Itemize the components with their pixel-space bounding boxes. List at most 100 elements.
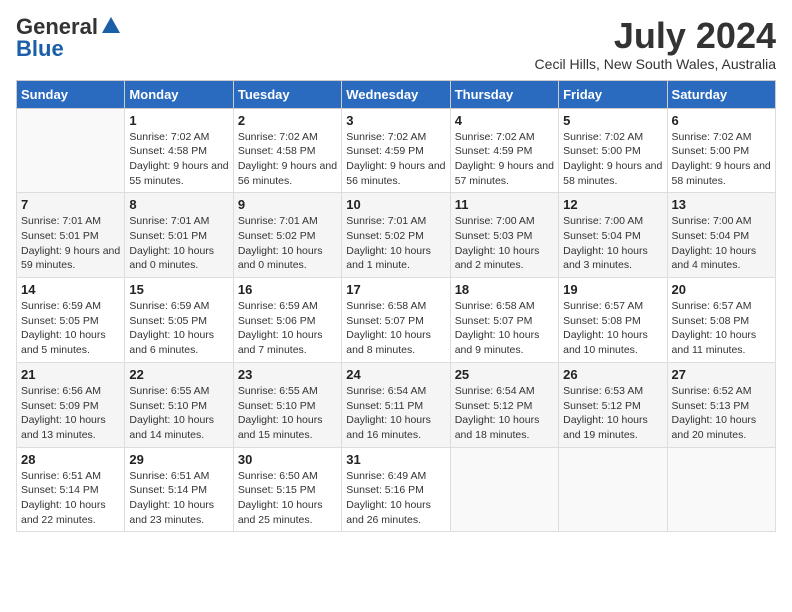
day-number: 1 [129, 113, 228, 128]
day-number: 22 [129, 367, 228, 382]
calendar-cell: 30 Sunrise: 6:50 AMSunset: 5:15 PMDayligh… [233, 447, 341, 532]
calendar-cell [17, 108, 125, 193]
day-info: Sunrise: 6:58 AMSunset: 5:07 PMDaylight:… [346, 299, 445, 358]
day-info: Sunrise: 7:02 AMSunset: 5:00 PMDaylight:… [672, 130, 771, 189]
day-info: Sunrise: 7:02 AMSunset: 4:58 PMDaylight:… [238, 130, 337, 189]
calendar-cell: 24 Sunrise: 6:54 AMSunset: 5:11 PMDayligh… [342, 362, 450, 447]
calendar-cell: 14 Sunrise: 6:59 AMSunset: 5:05 PMDayligh… [17, 278, 125, 363]
day-info: Sunrise: 7:01 AMSunset: 5:01 PMDaylight:… [129, 214, 228, 273]
weekday-header: Wednesday [342, 80, 450, 108]
day-number: 31 [346, 452, 445, 467]
day-number: 24 [346, 367, 445, 382]
day-number: 17 [346, 282, 445, 297]
day-number: 23 [238, 367, 337, 382]
day-number: 27 [672, 367, 771, 382]
day-info: Sunrise: 6:57 AMSunset: 5:08 PMDaylight:… [563, 299, 662, 358]
calendar-week-row: 28Sunrise: 6:51 AMSunset: 5:14 PMDayligh… [17, 447, 776, 532]
calendar-cell: 19 Sunrise: 6:57 AMSunset: 5:08 PMDayligh… [559, 278, 667, 363]
calendar-cell: 18 Sunrise: 6:58 AMSunset: 5:07 PMDayligh… [450, 278, 558, 363]
calendar-cell: 2 Sunrise: 7:02 AMSunset: 4:58 PMDaylight… [233, 108, 341, 193]
day-number: 11 [455, 197, 554, 212]
calendar-cell: 22Sunrise: 6:55 AMSunset: 5:10 PMDayligh… [125, 362, 233, 447]
calendar-cell: 1Sunrise: 7:02 AMSunset: 4:58 PMDaylight… [125, 108, 233, 193]
day-info: Sunrise: 6:59 AMSunset: 5:05 PMDaylight:… [21, 299, 120, 358]
calendar-cell: 25 Sunrise: 6:54 AMSunset: 5:12 PMDayligh… [450, 362, 558, 447]
day-number: 19 [563, 282, 662, 297]
day-number: 6 [672, 113, 771, 128]
month-title: July 2024 [535, 16, 776, 56]
calendar-cell: 15 Sunrise: 6:59 AMSunset: 5:05 PMDayligh… [125, 278, 233, 363]
calendar-week-row: 7 Sunrise: 7:01 AMSunset: 5:01 PMDaylight… [17, 193, 776, 278]
logo: General Blue [16, 16, 122, 60]
calendar-cell: 11 Sunrise: 7:00 AMSunset: 5:03 PMDayligh… [450, 193, 558, 278]
calendar-cell: 31 Sunrise: 6:49 AMSunset: 5:16 PMDayligh… [342, 447, 450, 532]
day-number: 26 [563, 367, 662, 382]
day-number: 20 [672, 282, 771, 297]
day-number: 2 [238, 113, 337, 128]
calendar-cell: 10 Sunrise: 7:01 AMSunset: 5:02 PMDayligh… [342, 193, 450, 278]
weekday-header: Saturday [667, 80, 775, 108]
day-number: 30 [238, 452, 337, 467]
calendar-cell: 21Sunrise: 6:56 AMSunset: 5:09 PMDayligh… [17, 362, 125, 447]
day-info: Sunrise: 6:54 AMSunset: 5:12 PMDaylight:… [455, 384, 554, 443]
day-number: 15 [129, 282, 228, 297]
day-info: Sunrise: 7:01 AMSunset: 5:02 PMDaylight:… [238, 214, 337, 273]
location-title: Cecil Hills, New South Wales, Australia [535, 56, 776, 72]
day-info: Sunrise: 6:51 AMSunset: 5:14 PMDaylight:… [21, 469, 120, 528]
day-number: 14 [21, 282, 120, 297]
calendar-cell: 23 Sunrise: 6:55 AMSunset: 5:10 PMDayligh… [233, 362, 341, 447]
day-info: Sunrise: 7:00 AMSunset: 5:04 PMDaylight:… [563, 214, 662, 273]
day-info: Sunrise: 6:56 AMSunset: 5:09 PMDaylight:… [21, 384, 120, 443]
day-number: 4 [455, 113, 554, 128]
header: General Blue July 2024 Cecil Hills, New … [16, 16, 776, 72]
calendar-cell: 5Sunrise: 7:02 AMSunset: 5:00 PMDaylight… [559, 108, 667, 193]
calendar-cell: 6 Sunrise: 7:02 AMSunset: 5:00 PMDaylight… [667, 108, 775, 193]
calendar-table: SundayMondayTuesdayWednesdayThursdayFrid… [16, 80, 776, 533]
weekday-header: Thursday [450, 80, 558, 108]
day-info: Sunrise: 6:58 AMSunset: 5:07 PMDaylight:… [455, 299, 554, 358]
day-number: 7 [21, 197, 120, 212]
calendar-cell: 16Sunrise: 6:59 AMSunset: 5:06 PMDayligh… [233, 278, 341, 363]
day-info: Sunrise: 6:59 AMSunset: 5:06 PMDaylight:… [238, 299, 337, 358]
day-info: Sunrise: 6:50 AMSunset: 5:15 PMDaylight:… [238, 469, 337, 528]
day-info: Sunrise: 6:53 AMSunset: 5:12 PMDaylight:… [563, 384, 662, 443]
logo-icon [100, 15, 122, 37]
logo-general-text: General [16, 16, 98, 38]
day-info: Sunrise: 7:00 AMSunset: 5:04 PMDaylight:… [672, 214, 771, 273]
calendar-cell: 12 Sunrise: 7:00 AMSunset: 5:04 PMDayligh… [559, 193, 667, 278]
day-number: 5 [563, 113, 662, 128]
calendar-cell: 26 Sunrise: 6:53 AMSunset: 5:12 PMDayligh… [559, 362, 667, 447]
calendar-week-row: 21Sunrise: 6:56 AMSunset: 5:09 PMDayligh… [17, 362, 776, 447]
day-info: Sunrise: 6:55 AMSunset: 5:10 PMDaylight:… [238, 384, 337, 443]
calendar-cell: 7 Sunrise: 7:01 AMSunset: 5:01 PMDaylight… [17, 193, 125, 278]
calendar-cell [450, 447, 558, 532]
day-info: Sunrise: 7:02 AMSunset: 4:59 PMDaylight:… [455, 130, 554, 189]
day-number: 18 [455, 282, 554, 297]
calendar-cell: 28Sunrise: 6:51 AMSunset: 5:14 PMDayligh… [17, 447, 125, 532]
weekday-header: Monday [125, 80, 233, 108]
day-info: Sunrise: 6:57 AMSunset: 5:08 PMDaylight:… [672, 299, 771, 358]
calendar-cell: 13 Sunrise: 7:00 AMSunset: 5:04 PMDayligh… [667, 193, 775, 278]
day-number: 13 [672, 197, 771, 212]
day-number: 12 [563, 197, 662, 212]
day-info: Sunrise: 7:02 AMSunset: 4:59 PMDaylight:… [346, 130, 445, 189]
logo-blue-text: Blue [16, 38, 64, 60]
day-number: 25 [455, 367, 554, 382]
calendar-cell: 3Sunrise: 7:02 AMSunset: 4:59 PMDaylight… [342, 108, 450, 193]
day-info: Sunrise: 7:00 AMSunset: 5:03 PMDaylight:… [455, 214, 554, 273]
weekday-header: Tuesday [233, 80, 341, 108]
calendar-cell: 17 Sunrise: 6:58 AMSunset: 5:07 PMDayligh… [342, 278, 450, 363]
calendar-cell [559, 447, 667, 532]
calendar-cell: 29Sunrise: 6:51 AMSunset: 5:14 PMDayligh… [125, 447, 233, 532]
day-info: Sunrise: 6:49 AMSunset: 5:16 PMDaylight:… [346, 469, 445, 528]
day-info: Sunrise: 7:01 AMSunset: 5:01 PMDaylight:… [21, 214, 120, 273]
day-info: Sunrise: 7:01 AMSunset: 5:02 PMDaylight:… [346, 214, 445, 273]
title-area: July 2024 Cecil Hills, New South Wales, … [535, 16, 776, 72]
weekday-header: Sunday [17, 80, 125, 108]
day-info: Sunrise: 6:59 AMSunset: 5:05 PMDaylight:… [129, 299, 228, 358]
day-number: 10 [346, 197, 445, 212]
day-info: Sunrise: 6:54 AMSunset: 5:11 PMDaylight:… [346, 384, 445, 443]
calendar-cell: 27Sunrise: 6:52 AMSunset: 5:13 PMDayligh… [667, 362, 775, 447]
day-info: Sunrise: 6:51 AMSunset: 5:14 PMDaylight:… [129, 469, 228, 528]
calendar-cell: 4 Sunrise: 7:02 AMSunset: 4:59 PMDaylight… [450, 108, 558, 193]
